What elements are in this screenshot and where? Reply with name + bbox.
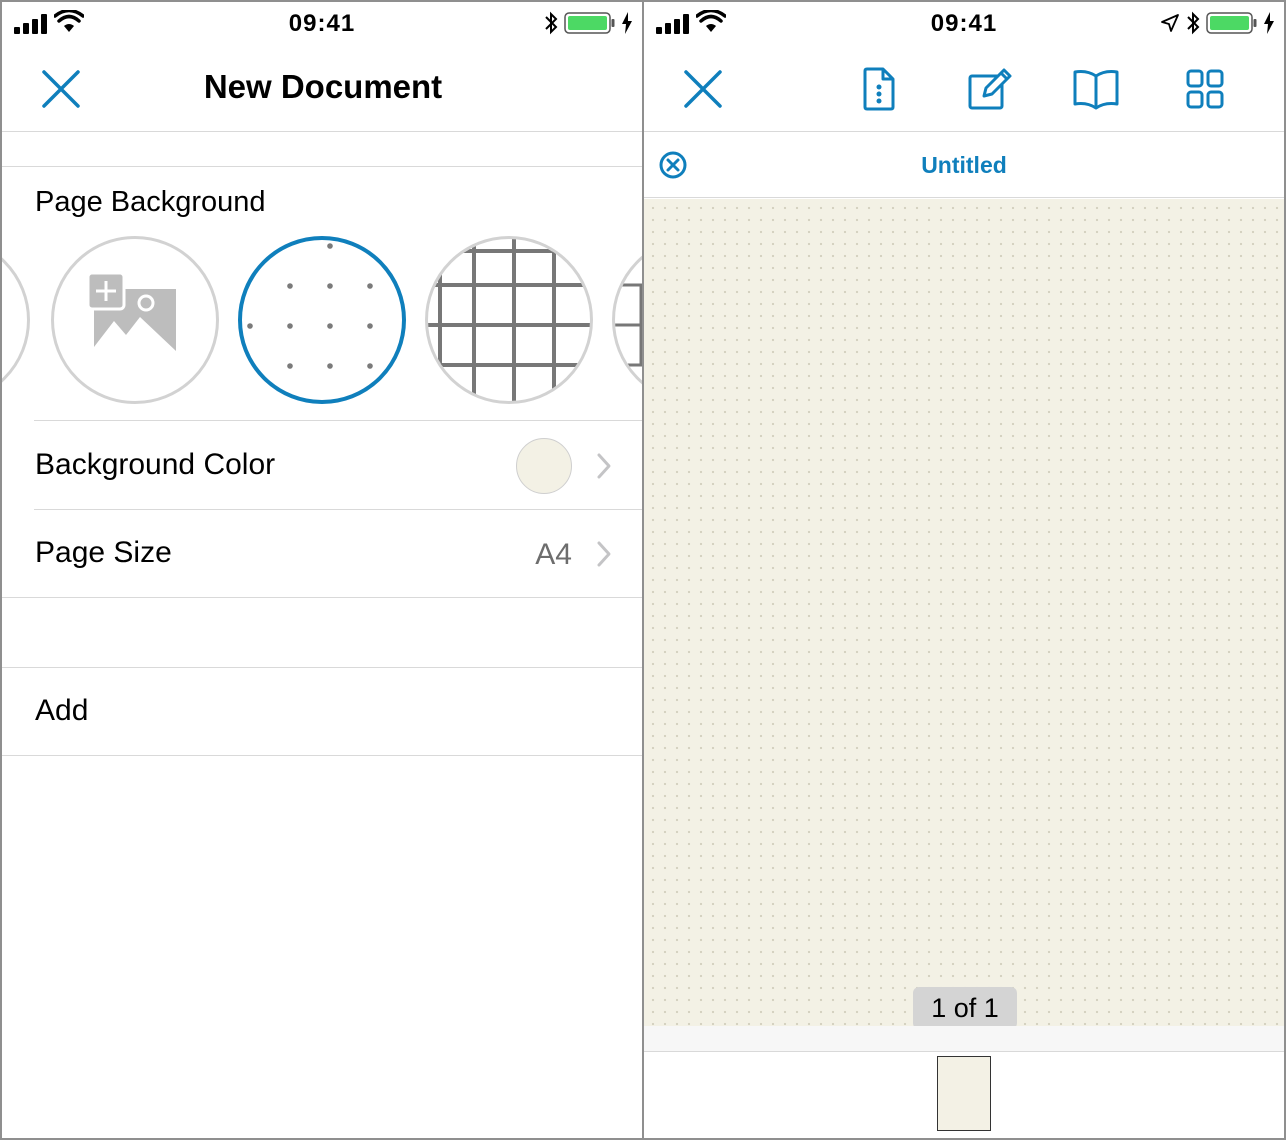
battery-icon [1206, 12, 1257, 34]
chevron-right-icon [597, 453, 611, 479]
add-button[interactable]: Add [2, 668, 642, 756]
edit-icon[interactable] [966, 66, 1014, 112]
battery-icon [564, 12, 615, 34]
grid-pattern-icon [428, 239, 590, 401]
background-color-row[interactable]: Background Color [2, 422, 642, 510]
new-document-screen: 09:41 New Document Page Background Backg… [2, 2, 642, 1138]
section-divider [2, 755, 642, 756]
document-title[interactable]: Untitled [644, 152, 1284, 179]
chevron-right-icon [597, 541, 611, 567]
document-tab-bar: Untitled [644, 132, 1284, 198]
background-color-label: Background Color [35, 448, 276, 481]
document-info-icon[interactable] [861, 66, 897, 112]
navigation-bar: New Document [2, 46, 642, 132]
add-label: Add [35, 694, 89, 727]
page-thumbnail[interactable] [937, 1056, 991, 1131]
background-option-dotted[interactable] [238, 236, 406, 404]
add-image-icon [86, 271, 176, 355]
charging-icon [1264, 12, 1274, 34]
bluetooth-icon [1187, 11, 1200, 35]
page-size-row[interactable]: Page Size A4 [2, 510, 642, 598]
document-page-canvas[interactable] [644, 199, 1284, 1026]
page-background-label: Page Background [35, 186, 266, 218]
document-toolbar [644, 46, 1284, 132]
page-size-label: Page Size [35, 536, 172, 569]
background-color-swatch [516, 438, 572, 494]
background-option-partial-right[interactable] [612, 236, 642, 404]
status-bar: 09:41 [2, 2, 642, 46]
close-icon[interactable] [682, 66, 724, 112]
background-option-custom-image[interactable] [51, 236, 219, 404]
background-option-partial-left[interactable] [2, 236, 30, 404]
background-picker [2, 234, 642, 404]
charging-icon [622, 12, 632, 34]
section-divider [2, 597, 642, 598]
lined-pattern-icon [615, 283, 642, 367]
page-indicator: 1 of 1 [913, 987, 1017, 1029]
book-icon[interactable] [1071, 66, 1121, 112]
page-title: New Document [203, 68, 443, 105]
location-icon [1161, 14, 1179, 32]
status-bar: 09:41 [644, 2, 1284, 46]
grid-view-icon[interactable] [1185, 66, 1225, 112]
document-viewer-screen: 09:41 Untitled 1 of 1 [644, 2, 1284, 1138]
section-divider [2, 166, 642, 167]
background-option-grid[interactable] [425, 236, 593, 404]
page-size-value: A4 [535, 538, 572, 571]
dotted-pattern-icon [247, 243, 373, 369]
row-divider [34, 420, 642, 421]
thumbnail-strip-border [644, 1026, 1284, 1052]
bluetooth-icon [545, 11, 558, 35]
